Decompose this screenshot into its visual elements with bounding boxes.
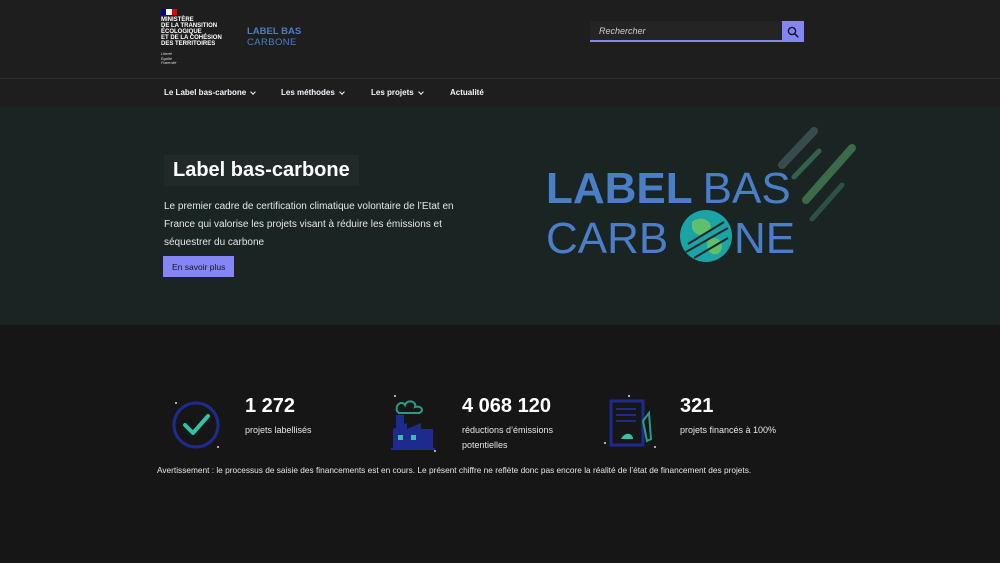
hero-description: Le premier cadre de certification climat… (164, 201, 454, 248)
globe-icon (680, 210, 732, 262)
chevron-down-icon (338, 88, 345, 95)
search-bar (590, 21, 804, 42)
chevron-down-icon (250, 88, 257, 95)
stat-value-projects-labelled: 1 272 (245, 395, 296, 417)
nav-item-label: Le Label bas-carbone (164, 88, 247, 97)
motto-line: Fraternité (161, 61, 177, 65)
republic-flag-icon (161, 9, 177, 15)
hero-logo-word-label: LABEL (546, 164, 693, 213)
ministry-name: Ministère de la Transition écologique et… (161, 17, 241, 47)
chevron-down-icon (417, 88, 424, 95)
document-plant-icon (604, 395, 656, 448)
nav-item-label: Les projets (371, 88, 414, 97)
search-icon (787, 26, 799, 38)
stats-section: 1 272 projets labellisés 4 068 120 réduc… (0, 325, 1000, 563)
nav-item-les-methodes[interactable]: Les méthodes (281, 88, 345, 97)
main-nav: Le Label bas-carbone Les méthodes Les pr… (0, 78, 1000, 107)
ministry-line: des territoires (161, 41, 216, 47)
factory-icon (391, 395, 436, 452)
label-bas-carbone-hero-logo: LABEL BAS CARB NE (546, 127, 856, 263)
republic-motto: Liberté Égalité Fraternité (161, 52, 201, 66)
check-circle-icon (172, 401, 220, 449)
hero-logo-line-2: CARB (546, 214, 668, 263)
stat-value-emission-reductions: 4 068 120 (462, 395, 551, 417)
stat-label-projects-funded: projets financés à 100% (680, 425, 777, 435)
search-button[interactable] (782, 21, 804, 42)
hero-logo-line-1: LABEL BAS (546, 164, 791, 213)
nav-item-label-bas-carbone[interactable]: Le Label bas-carbone (164, 88, 257, 97)
hero-logo-line-2-end: NE (734, 214, 795, 263)
hero-logo-word-bas: BAS (703, 164, 791, 213)
nav-item-actualite[interactable]: Actualité (450, 88, 484, 97)
hero-title: Label bas-carbone (164, 155, 359, 186)
nav-item-les-projets[interactable]: Les projets (371, 88, 424, 97)
stat-label-projects-labelled: projets labellisés (245, 425, 312, 435)
nav-item-label: Actualité (450, 88, 484, 97)
hero-banner: Label bas-carbone Le premier cadre de ce… (0, 107, 1000, 325)
logo-line-2: CARBONE (247, 37, 297, 48)
site-header: Ministère de la Transition écologique et… (0, 0, 1000, 78)
funding-warning: Avertissement : le processus de saisie d… (157, 465, 752, 475)
stat-value-projects-funded: 321 (680, 395, 714, 417)
label-bas-carbone-logo[interactable]: LABEL BAS CARBONE (247, 26, 301, 48)
logo-line-1: LABEL BAS (247, 26, 302, 37)
stat-label-emission-reductions: réductions d’émissions potentielles (462, 425, 554, 450)
decor-stripe (791, 148, 822, 180)
nav-item-label: Les méthodes (281, 88, 335, 97)
search-input[interactable] (590, 21, 782, 42)
learn-more-button[interactable]: En savoir plus (163, 256, 235, 277)
